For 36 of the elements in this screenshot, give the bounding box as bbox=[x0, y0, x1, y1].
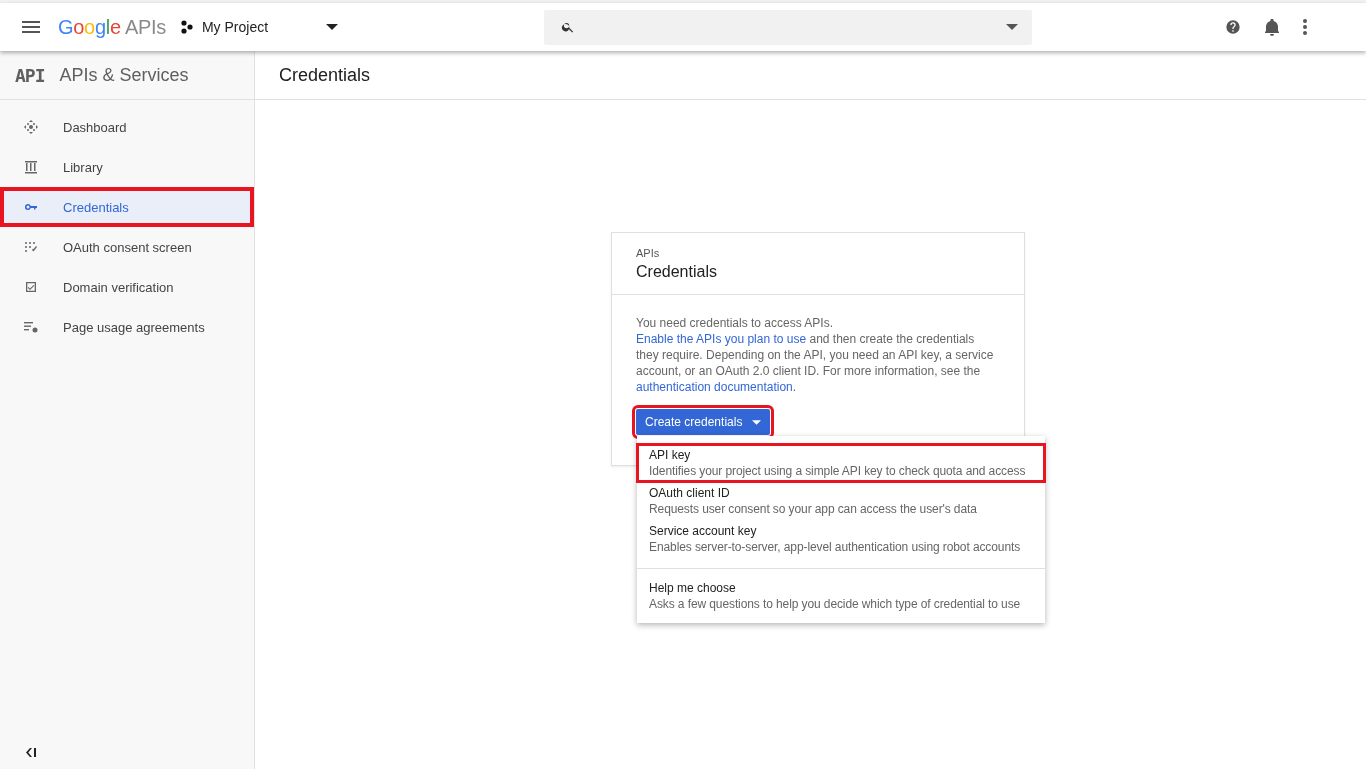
search-field[interactable] bbox=[544, 9, 1033, 45]
menu-item[interactable]: OAuth client ID Requests user consent so your app can access the user's data bbox=[637, 482, 1045, 520]
more-options-icon[interactable] bbox=[1303, 19, 1307, 35]
sidebar-item[interactable]: Page usage agreements bbox=[0, 307, 254, 347]
caret-icon bbox=[326, 24, 339, 30]
menu-item[interactable]: Help me choose Asks a few questions to help you decide which type of credential to use bbox=[637, 577, 1045, 615]
sidebar-item[interactable]: Dashboard bbox=[0, 107, 254, 147]
consent-icon bbox=[23, 239, 39, 255]
notifications-icon[interactable] bbox=[1265, 18, 1279, 36]
sidebar-item[interactable]: Library bbox=[0, 147, 254, 187]
library-icon bbox=[23, 159, 39, 175]
text-link[interactable]: authentication documentation bbox=[636, 380, 793, 394]
search-icon bbox=[561, 20, 576, 34]
card-title: Credentials bbox=[636, 263, 718, 281]
dashboard-icon bbox=[23, 119, 39, 135]
caret-icon bbox=[1006, 24, 1019, 30]
google-apis-logo[interactable]: Google APIs bbox=[58, 15, 166, 39]
collapse-sidebar-icon[interactable] bbox=[26, 748, 36, 757]
check-icon bbox=[23, 279, 39, 295]
help-icon[interactable] bbox=[1225, 19, 1241, 35]
sidebar-item[interactable]: Credentials bbox=[0, 187, 254, 227]
project-selector[interactable]: My Project bbox=[179, 19, 339, 35]
caret-icon bbox=[752, 419, 762, 425]
text-link[interactable]: Enable the APIs you plan to use bbox=[636, 332, 807, 346]
card-eyebrow: APIs bbox=[636, 247, 661, 259]
credentials-description: You need credentials to access APIs. Enable the APIs you plan to use and then create the credentials they require. Depending on the API, you need an API key, a service account, or an OAuth 2.0 client ID. For more information, see the authentication documentation. bbox=[636, 315, 995, 395]
api-icon: API bbox=[15, 64, 45, 86]
menu-item[interactable]: API key Identifies your project using a simple API key to check quota and access bbox=[637, 444, 1045, 482]
project-dots-icon bbox=[179, 20, 194, 34]
sidebar-item[interactable]: Domain verification bbox=[0, 267, 254, 307]
sidebar-item[interactable]: OAuth consent screen bbox=[0, 227, 254, 267]
settings-list-icon bbox=[23, 319, 39, 335]
menu-icon[interactable] bbox=[22, 21, 40, 33]
menu-item[interactable]: Service account key Enables server-to-server, app-level authentication using robot accounts bbox=[637, 520, 1045, 558]
section-title: APIs & Services bbox=[59, 64, 189, 86]
page-title: Credentials bbox=[279, 64, 371, 86]
